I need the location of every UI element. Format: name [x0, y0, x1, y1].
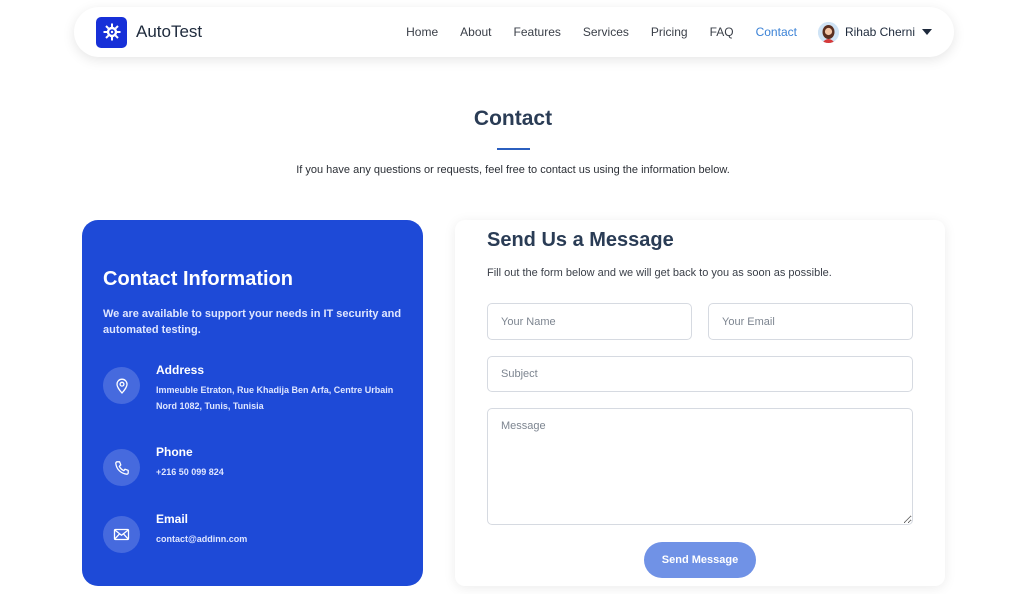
email-label: Email [156, 512, 189, 526]
address-label: Address [156, 363, 205, 377]
user-menu[interactable]: Rihab Cherni [817, 21, 932, 43]
send-message-button[interactable]: Send Message [644, 542, 756, 578]
message-field[interactable] [487, 408, 913, 525]
caret-down-icon [922, 29, 932, 35]
top-navbar: AutoTest Home About Features Services Pr… [74, 7, 954, 57]
nav-link-faq[interactable]: FAQ [710, 25, 734, 39]
name-field[interactable] [487, 303, 692, 340]
nav-link-home[interactable]: Home [406, 25, 438, 39]
page-subtitle: If you have any questions or requests, f… [296, 164, 730, 176]
nav-link-features[interactable]: Features [514, 25, 561, 39]
brand[interactable]: AutoTest [96, 16, 203, 48]
phone-label: Phone [156, 445, 193, 459]
title-divider [497, 148, 530, 150]
envelope-icon [103, 516, 140, 553]
nav-link-about[interactable]: About [460, 25, 491, 39]
phone-value: +216 50 099 824 [156, 467, 224, 477]
form-title: Send Us a Message [487, 229, 674, 251]
user-name: Rihab Cherni [844, 25, 915, 39]
location-pin-icon [103, 367, 140, 404]
page-title: Contact [473, 107, 553, 130]
brand-name: AutoTest [136, 22, 203, 41]
nav-link-contact[interactable]: Contact [756, 25, 797, 39]
email-value: contact@addinn.com [156, 534, 248, 544]
phone-icon [103, 449, 140, 486]
address-value: Immeuble Etraton, Rue Khadija Ben Arfa, … [156, 385, 394, 411]
nav-links: Home About Features Services Pricing FAQ… [406, 25, 797, 39]
nav-link-services[interactable]: Services [583, 25, 629, 39]
nav-link-pricing[interactable]: Pricing [651, 25, 688, 39]
contact-info-description: We are available to support your needs i… [103, 308, 402, 336]
message-form-card: Send Us a Message Fill out the form belo… [455, 220, 945, 586]
avatar [817, 21, 839, 43]
contact-info-card: Contact Information We are available to … [82, 220, 423, 586]
gear-bug-icon [96, 16, 127, 48]
email-field[interactable] [708, 303, 913, 340]
subject-field[interactable] [487, 356, 913, 392]
contact-info-title: Contact Information [103, 268, 293, 290]
form-subtitle: Fill out the form below and we will get … [487, 267, 832, 279]
